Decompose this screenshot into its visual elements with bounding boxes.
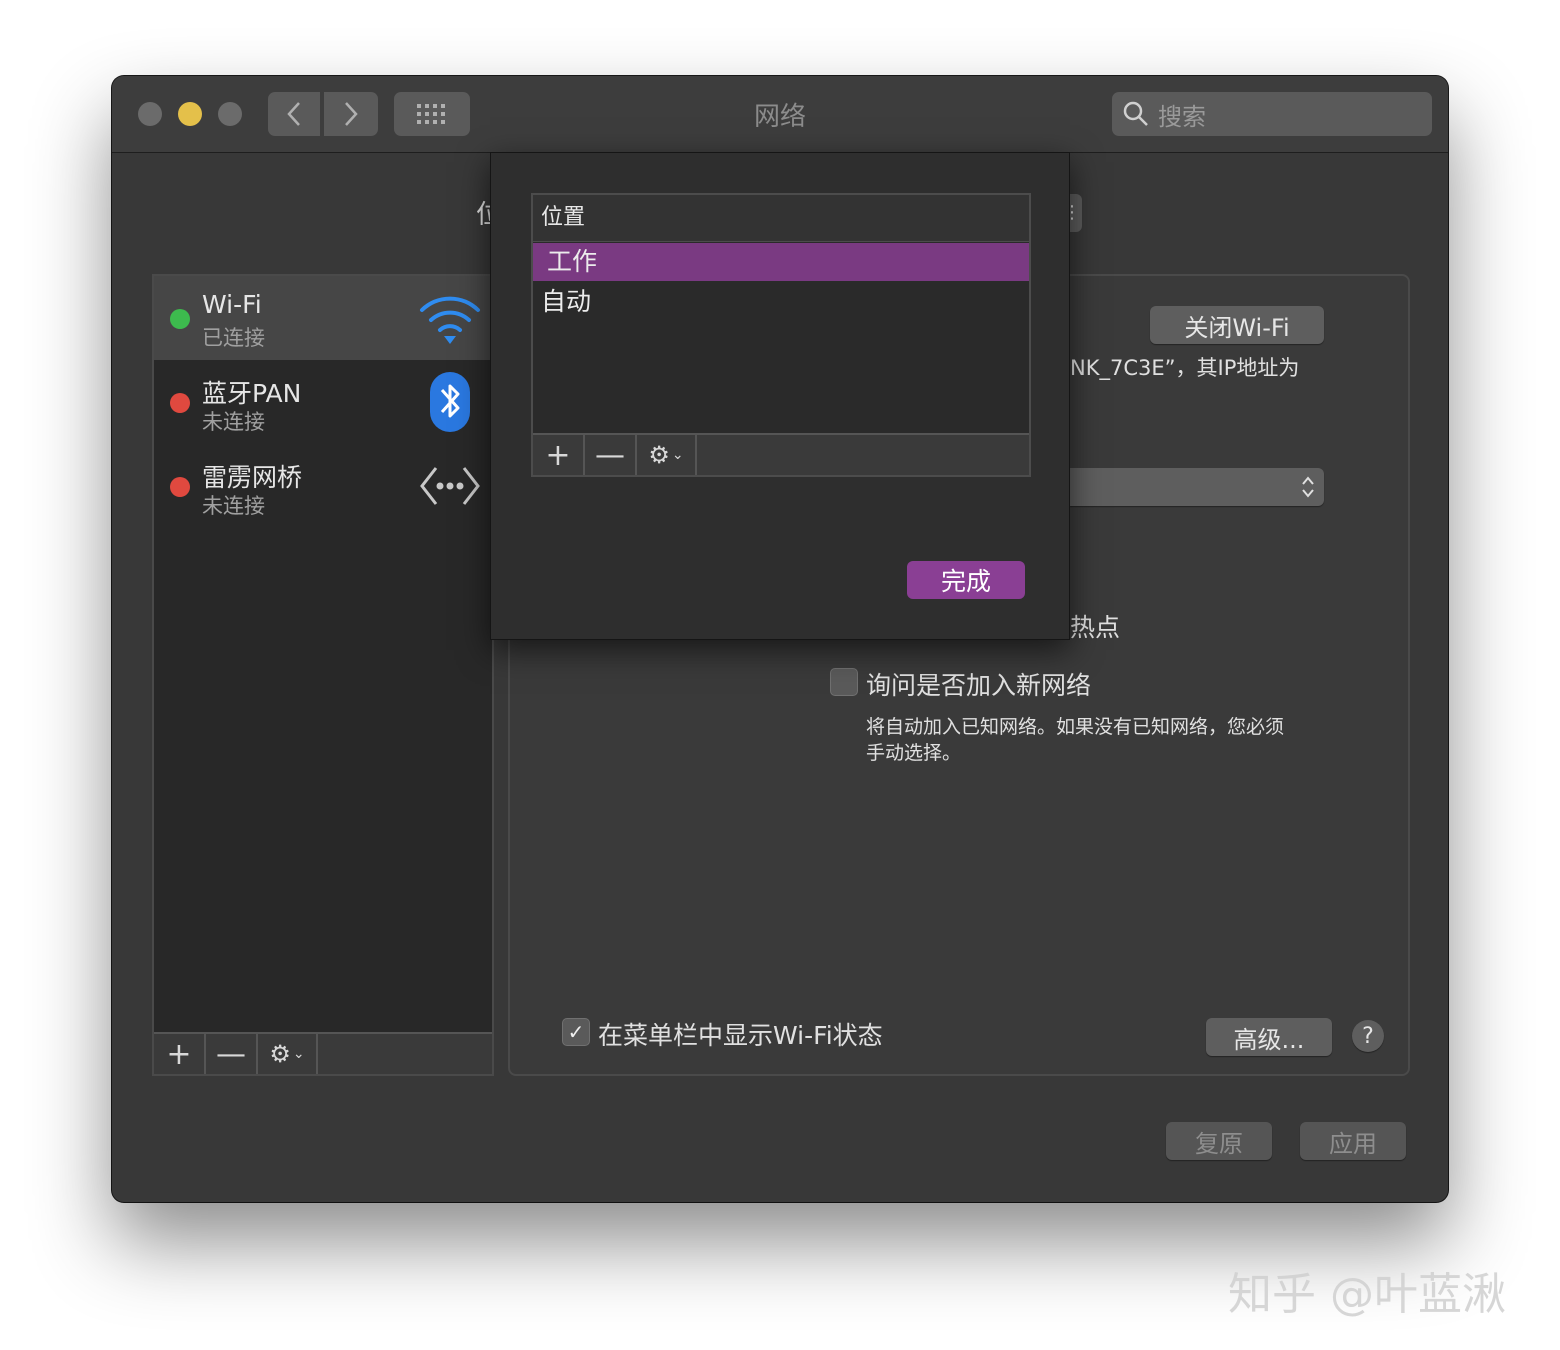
service-list: Wi-Fi 已连接 蓝牙PAN 未连接 雷雳网桥 未连接 + — ⚙ ⌄: [152, 274, 494, 1076]
gear-icon: ⚙: [648, 441, 670, 469]
done-button[interactable]: 完成: [907, 561, 1025, 599]
thunderbolt-bridge-icon: [420, 467, 480, 505]
edit-locations-sheet: 位置 工作 自动 + — ⚙ ⌄ 完成: [490, 152, 1070, 640]
locations-toolbar: + — ⚙ ⌄: [533, 433, 1029, 475]
help-button[interactable]: ?: [1352, 1020, 1384, 1052]
network-name-popup[interactable]: [1070, 468, 1324, 506]
updown-chevron-icon: [1302, 476, 1314, 498]
remove-service-button[interactable]: —: [206, 1034, 258, 1074]
add-service-button[interactable]: +: [154, 1034, 206, 1074]
service-status: 未连接: [202, 494, 265, 518]
status-dot-disconnected: [170, 477, 190, 497]
service-toolbar: + — ⚙ ⌄: [154, 1032, 492, 1074]
watermark: 知乎 @叶蓝湫: [1228, 1269, 1506, 1320]
location-row-automatic[interactable]: 自动: [533, 283, 1029, 321]
turn-off-wifi-button[interactable]: 关闭Wi-Fi: [1150, 306, 1324, 344]
chevron-down-icon: ⌄: [671, 447, 684, 463]
service-actions-button[interactable]: ⚙ ⌄: [258, 1034, 318, 1074]
ask-join-description-line2: 手动选择。: [866, 742, 962, 764]
title-bar: 网络 搜索: [112, 76, 1448, 153]
advanced-button[interactable]: 高级...: [1206, 1018, 1332, 1056]
service-wifi[interactable]: Wi-Fi 已连接: [154, 276, 492, 360]
hotspot-label: 热点: [1070, 613, 1121, 642]
service-name: 蓝牙PAN: [202, 379, 302, 408]
revert-button[interactable]: 复原: [1166, 1122, 1272, 1160]
add-location-button[interactable]: +: [533, 435, 585, 475]
ask-join-checkbox[interactable]: [830, 668, 858, 696]
gear-icon: ⚙: [269, 1040, 291, 1068]
service-status: 未连接: [202, 410, 265, 434]
service-name: Wi-Fi: [202, 290, 262, 319]
location-actions-button[interactable]: ⚙ ⌄: [637, 435, 697, 475]
locations-header-label: 位置: [541, 205, 586, 230]
status-dot-connected: [170, 309, 190, 329]
bluetooth-icon: [430, 372, 470, 432]
search-field[interactable]: 搜索: [1112, 92, 1432, 136]
checkmark-icon: ✓: [567, 1020, 585, 1044]
network-preferences-window: 网络 搜索 位 ⋮ Wi-Fi 已连接 蓝牙PAN 未连接 雷雳网桥 未连接 +…: [112, 76, 1448, 1202]
chevron-down-icon: ⌄: [292, 1046, 305, 1062]
wifi-icon: [420, 296, 480, 344]
location-name: 工作: [547, 247, 598, 276]
location-name: 自动: [541, 287, 592, 316]
show-in-menubar-label: 在菜单栏中显示Wi-Fi状态: [598, 1021, 883, 1050]
locations-list: 位置 工作 自动 + — ⚙ ⌄: [531, 193, 1031, 477]
search-placeholder: 搜索: [1158, 102, 1206, 131]
locations-list-header: 位置: [533, 195, 1029, 242]
service-thunderbolt-bridge[interactable]: 雷雳网桥 未连接: [154, 444, 492, 528]
search-icon: [1123, 101, 1148, 126]
ask-join-label: 询问是否加入新网络: [866, 671, 1092, 700]
ask-join-description-line1: 将自动加入已知网络。如果没有已知网络，您必须: [866, 716, 1285, 738]
remove-location-button[interactable]: —: [585, 435, 637, 475]
wifi-status-text: NK_7C3E”，其IP地址为: [1070, 356, 1300, 380]
service-status: 已连接: [202, 326, 265, 350]
service-name: 雷雳网桥: [202, 463, 303, 492]
status-dot-disconnected: [170, 393, 190, 413]
service-bluetooth-pan[interactable]: 蓝牙PAN 未连接: [154, 360, 492, 444]
location-row-work[interactable]: 工作: [533, 243, 1029, 281]
show-in-menubar-checkbox[interactable]: ✓: [562, 1018, 590, 1046]
apply-button[interactable]: 应用: [1300, 1122, 1406, 1160]
